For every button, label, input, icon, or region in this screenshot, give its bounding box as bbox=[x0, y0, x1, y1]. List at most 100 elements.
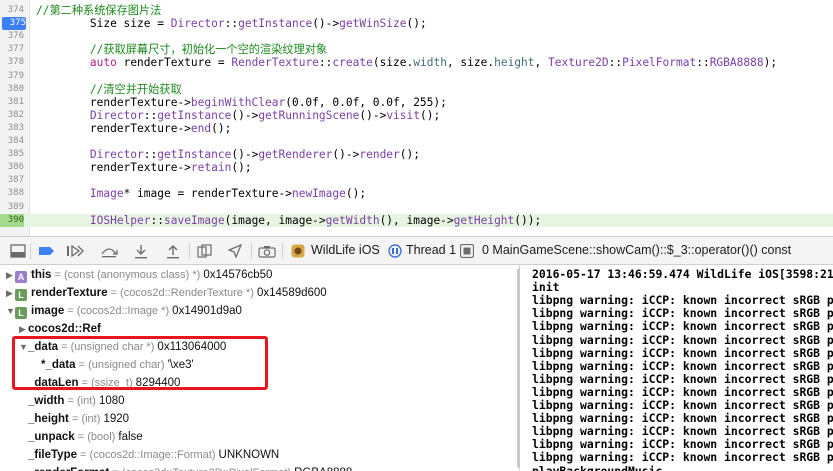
code-text: renderTexture->end(); bbox=[36, 122, 231, 135]
code-token: //获取屏幕尺寸，初始化一个空的渲染纹理对象 bbox=[36, 43, 328, 57]
code-line[interactable]: 386 renderTexture->retain(); bbox=[0, 161, 833, 174]
hide-debug-area-icon[interactable] bbox=[8, 242, 28, 260]
line-number[interactable]: 384 bbox=[0, 135, 24, 148]
line-number[interactable]: 376 bbox=[0, 30, 24, 43]
console-line: libpng warning: iCCP: known incorrect sR… bbox=[532, 332, 833, 347]
line-number[interactable]: 390 bbox=[0, 213, 24, 227]
console-line: 2016-05-17 13:46:59.474 WildLife iOS[359… bbox=[532, 267, 833, 281]
line-number[interactable]: 374 bbox=[0, 4, 24, 17]
stack-frame-label[interactable]: 0 MainGameScene::showCam()::$_3::operato… bbox=[482, 237, 791, 264]
line-number[interactable]: 385 bbox=[0, 148, 24, 161]
console-line: libpng warning: iCCP: known incorrect sR… bbox=[532, 424, 833, 439]
step-over-icon[interactable] bbox=[98, 242, 120, 260]
code-line[interactable]: 374 //第二种系统保存图片法 bbox=[0, 4, 833, 17]
code-token: (); bbox=[420, 108, 441, 122]
code-token: Director bbox=[89, 108, 144, 122]
equals-sign: = bbox=[64, 395, 77, 407]
code-line[interactable]: 388 Image* image = renderTexture->newIma… bbox=[0, 187, 833, 200]
line-number[interactable]: 388 bbox=[0, 187, 24, 200]
line-number[interactable]: 379 bbox=[0, 70, 24, 83]
code-text: Director::getInstance()->getRunningScene… bbox=[36, 109, 440, 122]
variable-value: 1920 bbox=[103, 413, 130, 425]
variable-name: this bbox=[31, 269, 52, 281]
code-line[interactable]: 383 renderTexture->end(); bbox=[0, 122, 833, 135]
code-token: //第二种系统保存图片法 bbox=[36, 4, 162, 17]
line-number[interactable]: 387 bbox=[0, 174, 24, 187]
code-line[interactable]: 380 //清空并开始获取 bbox=[0, 83, 833, 96]
debug-toolbar: WildLife iOS Thread 1 0 MainGameScene::s… bbox=[0, 236, 833, 265]
variable-row[interactable]: _renderFormat = (cocos2d::Texture2D::Pix… bbox=[19, 464, 352, 471]
code-token: Size size = bbox=[36, 17, 171, 31]
variable-row[interactable]: _height = (int) 1920 bbox=[19, 410, 129, 428]
variable-name: _width bbox=[28, 395, 65, 407]
code-token: ()-> bbox=[332, 148, 360, 162]
code-token: Director bbox=[89, 148, 144, 162]
continue-icon[interactable] bbox=[64, 242, 86, 260]
code-token: :: bbox=[696, 56, 710, 70]
code-token: ()); bbox=[514, 213, 542, 227]
code-line[interactable]: 376 bbox=[0, 30, 833, 43]
code-token: beginWithClear bbox=[190, 95, 286, 109]
code-token: ()-> bbox=[231, 108, 259, 122]
view-debugger-icon[interactable] bbox=[194, 242, 216, 260]
code-token: create bbox=[332, 56, 373, 70]
variable-row[interactable]: _width = (int) 1080 bbox=[19, 392, 125, 410]
code-line[interactable]: 375 Size size = Director::getInstance()-… bbox=[0, 17, 833, 31]
code-line[interactable]: 384 bbox=[0, 135, 833, 148]
simulate-location-icon[interactable] bbox=[224, 242, 246, 260]
console-output[interactable]: 2016-05-17 13:46:59.474 WildLife iOS[359… bbox=[520, 265, 833, 471]
line-number[interactable]: 382 bbox=[0, 109, 24, 122]
variable-name: image bbox=[31, 305, 65, 317]
code-token: saveImage bbox=[164, 213, 225, 227]
code-token: auto bbox=[89, 56, 117, 70]
code-line[interactable]: 389 bbox=[0, 201, 833, 214]
step-into-icon[interactable] bbox=[130, 242, 152, 260]
code-token: render bbox=[359, 148, 400, 162]
thread-label[interactable]: Thread 1 bbox=[406, 237, 456, 264]
code-line[interactable]: 382 Director::getInstance()->getRunningS… bbox=[0, 109, 833, 122]
code-token: getInstance bbox=[157, 148, 232, 162]
source-editor[interactable]: 374//第二种系统保存图片法 375 Size size = Director:… bbox=[0, 0, 833, 236]
code-token: (); bbox=[231, 161, 252, 175]
variable-type: (bool) bbox=[87, 431, 119, 443]
variable-row[interactable]: ▶ Athis = (const (anonymous class) *) 0x1… bbox=[6, 266, 272, 284]
variable-row[interactable]: ▶ LrenderTexture = (cocos2d::RenderTextur… bbox=[6, 284, 327, 302]
code-line[interactable]: 381 renderTexture->beginWithClear(0.0f, … bbox=[0, 96, 833, 109]
variable-row[interactable]: ▼ Limage = (cocos2d::Image *) 0x14901d9a0 bbox=[6, 302, 242, 320]
code-token: :: bbox=[143, 148, 158, 162]
code-token: Image bbox=[89, 187, 124, 201]
disclosure-expanded-icon[interactable]: ▼ bbox=[6, 302, 15, 320]
line-number[interactable]: 389 bbox=[0, 201, 24, 214]
code-line[interactable]: 378 auto renderTexture = RenderTexture::… bbox=[0, 56, 833, 69]
code-text: //清空并开始获取 bbox=[36, 83, 182, 96]
camera-icon[interactable] bbox=[256, 242, 278, 260]
breakpoint-line-number[interactable]: 375 bbox=[2, 17, 26, 31]
breakpoints-toggle-icon[interactable] bbox=[36, 242, 56, 260]
disclosure-collapsed-icon[interactable]: ▶ bbox=[6, 284, 15, 302]
line-number[interactable]: 378 bbox=[0, 56, 24, 69]
code-line[interactable]: 390 IOSHelper::saveImage(image, image->g… bbox=[0, 213, 833, 227]
variable-row[interactable]: _fileType = (cocos2d::Image::Format) UNK… bbox=[19, 446, 279, 464]
variable-value: RGBA8888 bbox=[294, 467, 352, 471]
code-line[interactable]: 385 Director::getInstance()->getRenderer… bbox=[0, 148, 833, 161]
line-number[interactable]: 383 bbox=[0, 122, 24, 135]
code-line[interactable]: 379 bbox=[0, 70, 833, 83]
step-out-icon[interactable] bbox=[162, 242, 184, 260]
code-text: //第二种系统保存图片法 bbox=[36, 4, 161, 17]
variable-row[interactable]: _unpack = (bool) false bbox=[19, 428, 143, 446]
code-token: end bbox=[190, 121, 212, 135]
disclosure-collapsed-icon[interactable]: ▶ bbox=[6, 266, 15, 284]
code-line[interactable]: 387 bbox=[0, 174, 833, 187]
line-number[interactable]: 381 bbox=[0, 96, 24, 109]
console-line: libpng warning: iCCP: known incorrect sR… bbox=[532, 293, 833, 308]
line-number[interactable]: 386 bbox=[0, 161, 24, 174]
line-number[interactable]: 377 bbox=[0, 43, 24, 56]
code-token: renderTexture-> bbox=[36, 161, 191, 175]
thread-icon bbox=[387, 242, 403, 260]
code-token: :: bbox=[318, 56, 333, 70]
line-number[interactable]: 380 bbox=[0, 83, 24, 96]
scheme-label[interactable]: WildLife iOS bbox=[311, 237, 380, 264]
code-line[interactable]: 377 //获取屏幕尺寸，初始化一个空的渲染纹理对象 bbox=[0, 43, 833, 56]
